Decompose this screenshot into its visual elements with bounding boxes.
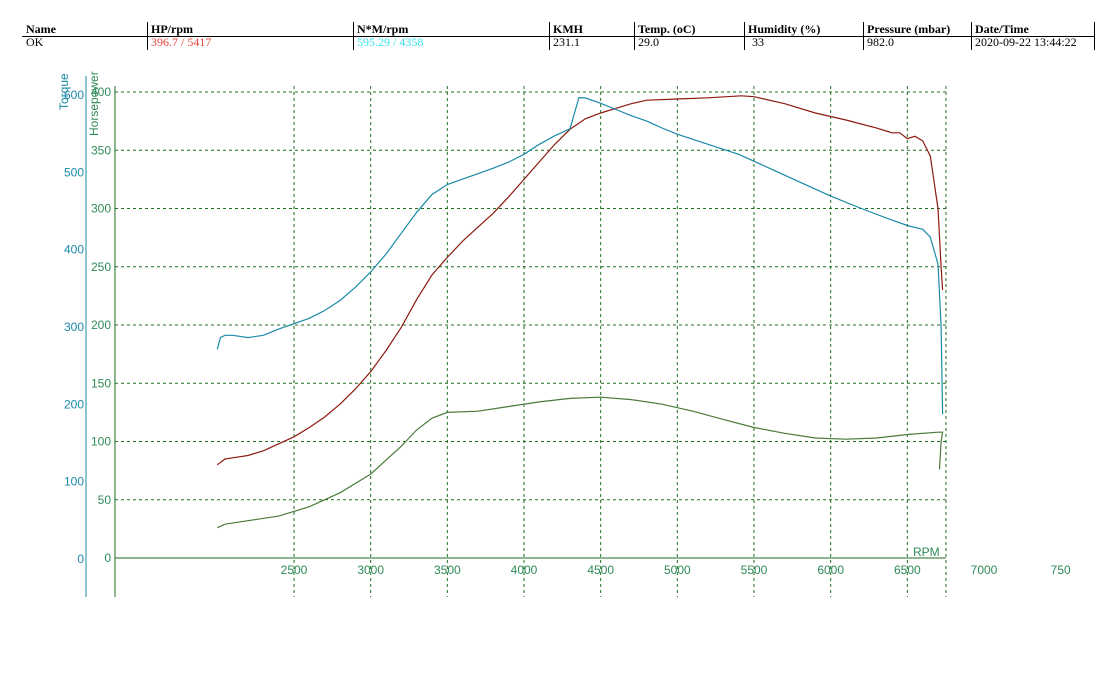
x-tick-label: 7000 xyxy=(971,563,998,577)
x-tick-label: 6500 xyxy=(894,563,921,577)
hp-axis-label: Horsepower xyxy=(87,71,101,136)
hp-tick-label: 0 xyxy=(104,551,111,565)
hp-tick-label: 250 xyxy=(91,260,111,274)
torque-tick-label: 400 xyxy=(64,243,84,257)
x-tick-label: 5000 xyxy=(664,563,691,577)
series-line-other xyxy=(217,396,944,529)
x-axis-label: RPM xyxy=(913,545,940,559)
series-line-torque xyxy=(216,96,944,415)
hp-tick-label: 350 xyxy=(91,143,111,157)
dyno-chart: 2500 3000 3500 4000 4500 5000 5500 6000 6500 7000… xyxy=(57,71,1071,597)
torque-tick-label: 100 xyxy=(64,475,84,489)
torque-tick-label: 200 xyxy=(64,397,84,411)
torque-tick-label: 300 xyxy=(64,320,84,334)
x-tick-label: 3000 xyxy=(357,563,384,577)
torque-axis-label: Torque xyxy=(57,73,71,110)
torque-tick-label: 0 xyxy=(77,552,84,566)
x-tick-label: 4000 xyxy=(511,563,538,577)
x-tick-label: 2500 xyxy=(281,563,308,577)
x-tick-label: 5500 xyxy=(741,563,768,577)
chart-series xyxy=(216,95,944,529)
x-tick-label: 750 xyxy=(1051,563,1071,577)
series-line-hp xyxy=(216,95,944,466)
hp-tick-label: 200 xyxy=(91,318,111,332)
hp-tick-label: 100 xyxy=(91,435,111,449)
x-tick-label: 4500 xyxy=(587,563,614,577)
x-tick-label: 6000 xyxy=(817,563,844,577)
hp-tick-label: 50 xyxy=(98,493,112,507)
hp-tick-label: 300 xyxy=(91,202,111,216)
chart-axes xyxy=(85,76,946,597)
chart-ticks: 2500 3000 3500 4000 4500 5000 5500 6000 6500 7000… xyxy=(64,85,1071,577)
hp-tick-label: 150 xyxy=(91,376,111,390)
torque-tick-label: 500 xyxy=(64,165,84,179)
chart-grid xyxy=(115,86,947,597)
x-tick-label: 3500 xyxy=(434,563,461,577)
